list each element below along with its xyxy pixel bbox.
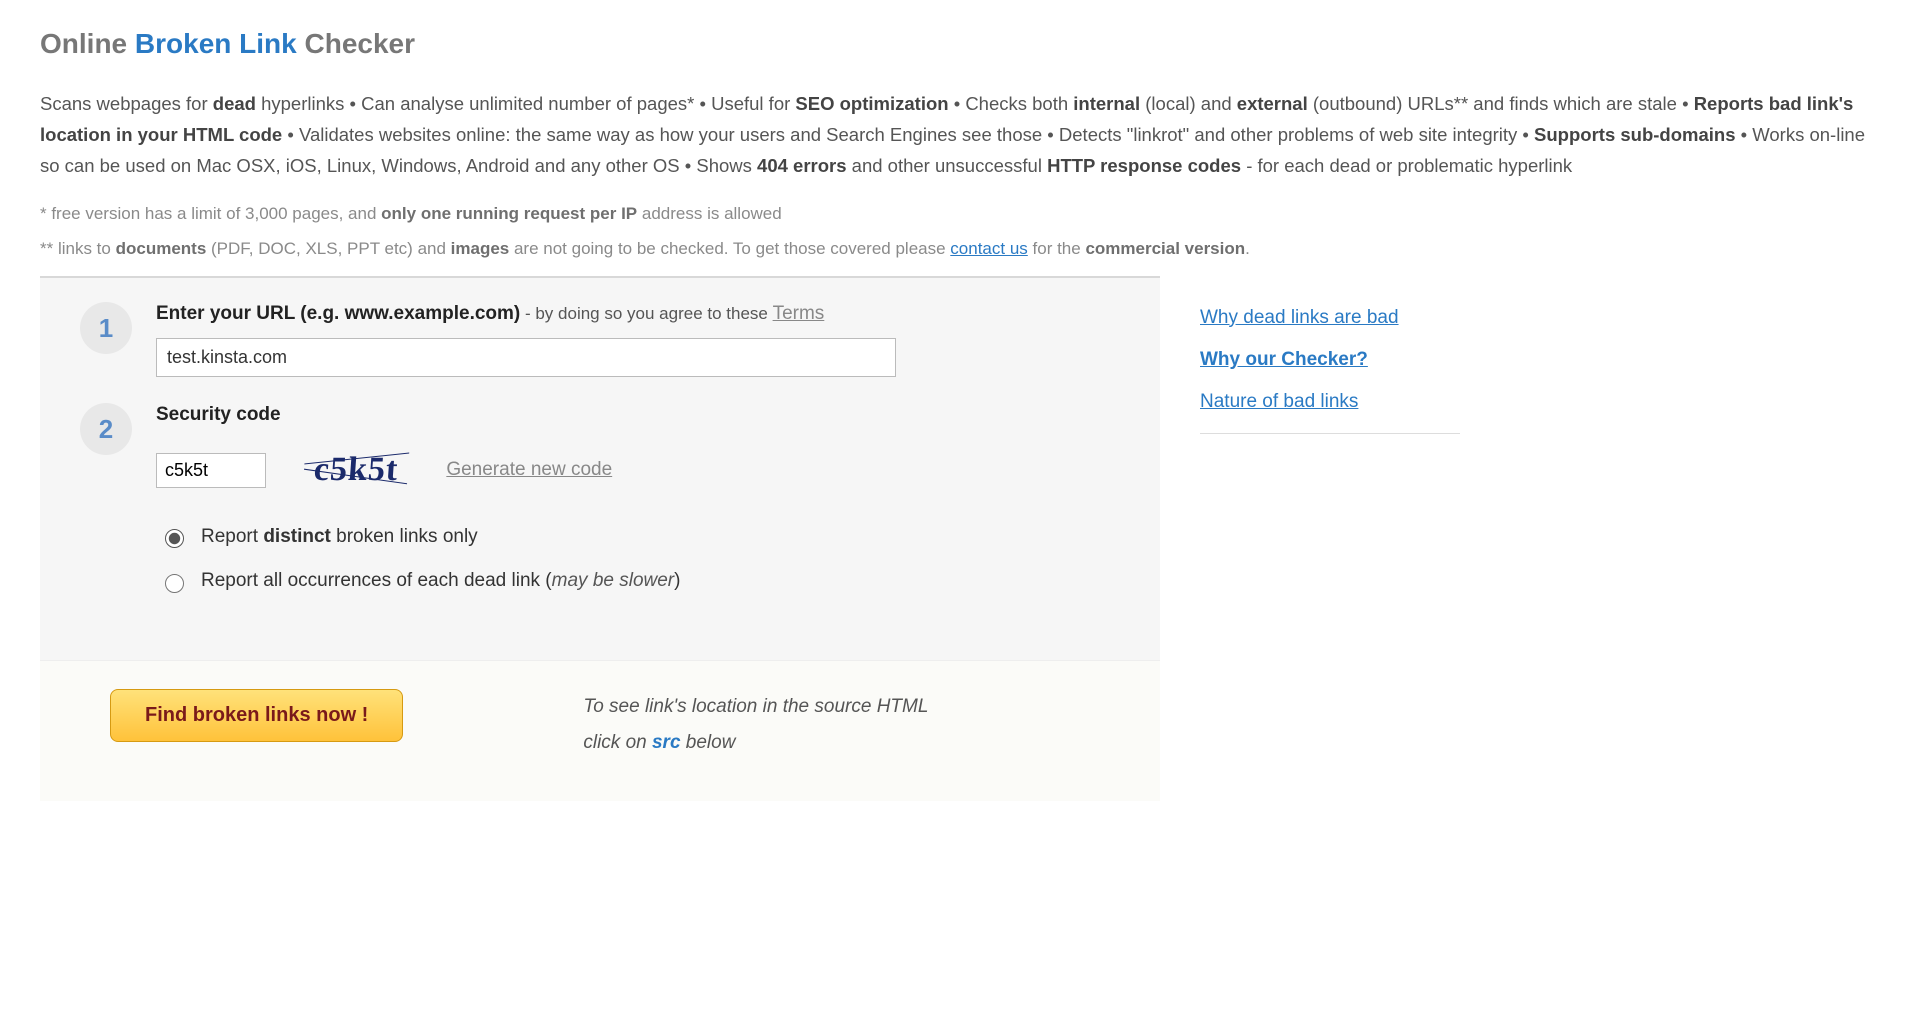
source-hint: To see link's location in the source HTM…	[583, 689, 928, 761]
terms-link[interactable]: Terms	[773, 303, 825, 324]
radio-distinct-input[interactable]	[165, 529, 184, 548]
footnote-1: * free version has a limit of 3,000 page…	[40, 200, 1868, 229]
page-title: Online Broken Link Checker	[40, 20, 1868, 68]
step-number-2: 2	[80, 403, 132, 455]
form-panel: 1 Enter your URL (e.g. www.example.com) …	[40, 276, 1160, 801]
step-2-label: Security code	[156, 399, 1120, 431]
sidebar-link-why-bad[interactable]: Why dead links are bad	[1200, 302, 1460, 334]
find-broken-links-button[interactable]: Find broken links now !	[110, 689, 403, 742]
security-code-input[interactable]	[156, 453, 266, 488]
url-input[interactable]	[156, 338, 896, 377]
sidebar-link-nature[interactable]: Nature of bad links	[1200, 386, 1460, 418]
title-suffix: Checker	[297, 28, 415, 59]
src-keyword: src	[652, 732, 681, 753]
contact-us-link[interactable]: contact us	[950, 239, 1028, 258]
step-number-1: 1	[80, 302, 132, 354]
step-1: 1 Enter your URL (e.g. www.example.com) …	[80, 298, 1120, 377]
step-2: 2 Security code c5k5t Generate new code …	[80, 399, 1120, 610]
sidebar-divider	[1200, 433, 1460, 434]
title-highlight: Broken Link	[135, 28, 297, 59]
radio-all-occurrences[interactable]: Report all occurrences of each dead link…	[160, 565, 1120, 597]
title-prefix: Online	[40, 28, 135, 59]
generate-new-code-link[interactable]: Generate new code	[446, 454, 612, 486]
report-mode-group: Report distinct broken links only Report…	[160, 521, 1120, 598]
radio-all-input[interactable]	[165, 574, 184, 593]
radio-distinct[interactable]: Report distinct broken links only	[160, 521, 1120, 553]
step-1-label: Enter your URL (e.g. www.example.com) - …	[156, 298, 1120, 330]
submit-row: Find broken links now ! To see link's lo…	[40, 660, 1160, 801]
sidebar-link-why-checker[interactable]: Why our Checker?	[1200, 344, 1460, 376]
sidebar: Why dead links are bad Why our Checker? …	[1200, 276, 1460, 443]
captcha-image: c5k5t	[302, 439, 411, 501]
footnote-2: ** links to documents (PDF, DOC, XLS, PP…	[40, 235, 1868, 264]
description-paragraph: Scans webpages for dead hyperlinks • Can…	[40, 88, 1868, 182]
